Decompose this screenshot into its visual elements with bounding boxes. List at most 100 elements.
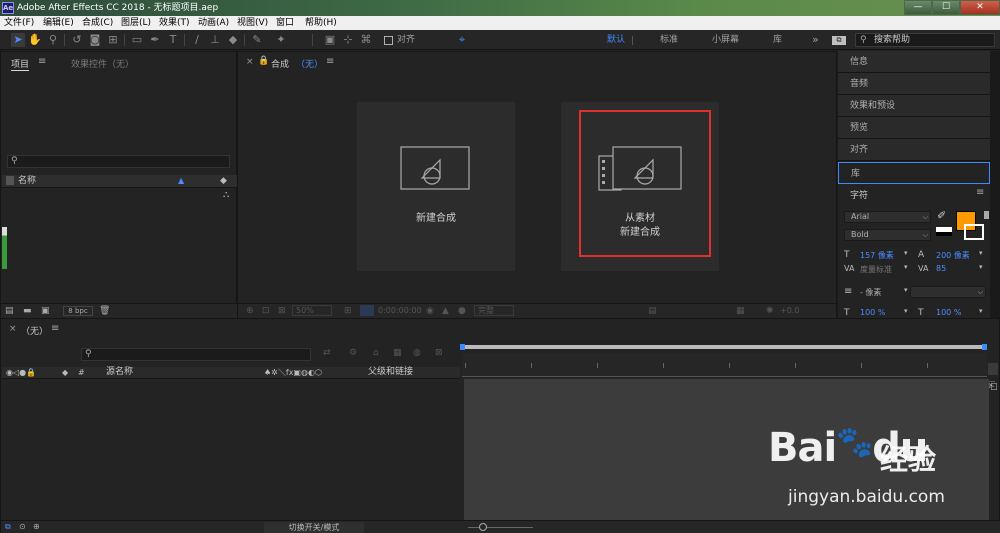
local-axis-icon[interactable]: ▣ — [323, 33, 337, 47]
stroke-width-value[interactable]: - 像素 — [860, 287, 881, 298]
menu-file[interactable]: 文件(F) — [4, 16, 34, 30]
exposure-icon[interactable]: ✺ — [766, 306, 774, 316]
black-white-swatch[interactable] — [936, 227, 952, 236]
panel-menu-icon[interactable]: ≡ — [976, 187, 984, 198]
panel-menu-icon[interactable]: ≡ — [326, 56, 334, 67]
tab-composition[interactable]: 合成 — [271, 57, 289, 70]
camera-tool-icon[interactable]: ◙ — [88, 33, 102, 47]
close-button[interactable]: ✕ — [960, 0, 1000, 15]
close-tab-icon[interactable]: × — [9, 324, 17, 334]
project-search-input[interactable]: ⚲ — [7, 155, 230, 168]
leading-value[interactable]: 200 像素 — [936, 250, 970, 261]
time-ruler[interactable] — [462, 353, 987, 377]
work-area-start[interactable] — [460, 344, 465, 350]
pan-behind-tool-icon[interactable]: ⊞ — [106, 33, 120, 47]
show-snapshot-icon[interactable]: ▲ — [442, 306, 449, 316]
workspace-small-screen[interactable]: 小屏幕 — [712, 33, 739, 47]
sort-ascending-icon[interactable]: ▲ — [178, 175, 184, 187]
puppet-tool-icon[interactable]: ✦ — [274, 33, 288, 47]
search-help-box[interactable]: ⚲ 搜索帮助 — [855, 33, 995, 47]
zoom-tool-icon[interactable]: ⚲ — [46, 33, 60, 47]
new-comp-from-footage-card[interactable]: 从素材 新建合成 — [561, 102, 719, 271]
workspace-more[interactable]: » — [812, 33, 819, 47]
timeline-search-input[interactable]: ⚲ — [81, 348, 311, 361]
new-composition-card[interactable]: 新建合成 — [357, 102, 515, 271]
timeline-scroll-up[interactable] — [988, 363, 998, 375]
timecode[interactable]: 0:00:00:00 — [378, 306, 422, 315]
menu-window[interactable]: 窗口 — [276, 16, 294, 30]
panel-library[interactable]: 库 — [838, 162, 990, 184]
renderer-icon[interactable]: ▦ — [736, 306, 745, 316]
font-family-dropdown[interactable]: Arial ⌵ — [844, 211, 931, 223]
tab-project[interactable]: 项目 — [11, 57, 30, 71]
rectangle-tool-icon[interactable]: ▭ — [130, 33, 144, 47]
panel-info[interactable]: 信息 — [838, 51, 990, 73]
view-layout-icon[interactable]: ▤ — [648, 306, 657, 316]
brush-tool-icon[interactable]: ∕ — [190, 33, 204, 47]
rotate-tool-icon[interactable]: ↺ — [70, 33, 84, 47]
type-tool-icon[interactable]: T — [166, 33, 180, 47]
transfer-controls-icon[interactable]: ⊙ — [19, 522, 26, 531]
graph-editor-icon[interactable]: ⊠ — [435, 348, 443, 358]
view-axis-icon[interactable]: ⌘ — [359, 33, 373, 47]
draft-3d-icon[interactable]: ⚙ — [349, 348, 357, 358]
panel-preview[interactable]: 预览 — [838, 117, 990, 139]
work-area-bar[interactable] — [462, 345, 987, 349]
eraser-tool-icon[interactable]: ◆ — [226, 33, 240, 47]
comp-button-icon[interactable]: ⎗ — [989, 381, 997, 392]
new-folder-icon[interactable]: ▬ — [23, 306, 32, 316]
flowchart-icon[interactable]: ⛬ — [223, 190, 229, 200]
chevron-down-icon[interactable]: ▾ — [979, 307, 983, 315]
chevron-down-icon[interactable]: ▾ — [904, 307, 908, 315]
grid-icon[interactable]: ⊞ — [344, 306, 352, 316]
kerning-value[interactable]: 度量标准 — [860, 264, 892, 275]
zoom-slider-handle[interactable] — [479, 523, 487, 531]
close-tab-icon[interactable]: × — [246, 57, 254, 67]
chevron-down-icon[interactable]: ▾ — [979, 263, 983, 271]
menu-view[interactable]: 视图(V) — [237, 16, 268, 30]
menu-composition[interactable]: 合成(C) — [82, 16, 113, 30]
safe-zones-icon[interactable]: ⊡ — [262, 306, 270, 316]
stroke-color-swatch[interactable] — [964, 224, 984, 240]
clone-stamp-tool-icon[interactable]: ⊥ — [208, 33, 222, 47]
world-axis-icon[interactable]: ⊹ — [341, 33, 355, 47]
delete-icon[interactable]: 🗑 — [99, 306, 110, 316]
comp-mini-flowchart-icon[interactable]: ⇄ — [323, 348, 331, 358]
exposure-value[interactable]: +0.0 — [780, 306, 799, 315]
font-size-value[interactable]: 157 像素 — [860, 250, 894, 261]
tab-effect-controls[interactable]: 效果控件（无） — [71, 57, 134, 70]
stroke-type-dropdown[interactable]: ⌵ — [910, 286, 986, 298]
right-scrollbar[interactable] — [990, 51, 1000, 318]
snapshot-icon[interactable]: ◉ — [426, 306, 434, 316]
minimize-button[interactable]: — — [904, 0, 932, 15]
workspace-standard[interactable]: 标准 — [660, 33, 678, 47]
toggle-switches-modes-button[interactable]: 切换开关/模式 — [264, 522, 364, 533]
mask-visibility-icon[interactable]: ⊠ — [278, 306, 286, 316]
magnification-icon[interactable]: ⊕ — [246, 306, 254, 316]
channel-icon[interactable]: ● — [458, 306, 466, 316]
new-composition-icon[interactable]: ▣ — [41, 306, 50, 316]
work-area-end[interactable] — [982, 344, 987, 350]
motion-blur-icon[interactable]: ◍ — [413, 348, 421, 358]
menu-help[interactable]: 帮助(H) — [305, 16, 337, 30]
column-parent-link[interactable]: 父级和链接 — [368, 367, 413, 378]
snap-options-icon[interactable]: ⌖ — [455, 33, 469, 47]
eyedropper-icon[interactable]: ✐ — [937, 209, 946, 222]
menu-animation[interactable]: 动画(A) — [198, 16, 229, 30]
sync-settings-icon[interactable]: ⧉ — [832, 36, 846, 45]
chevron-down-icon[interactable]: ▾ — [904, 249, 908, 257]
horizontal-scale-value[interactable]: 100 % — [936, 308, 961, 317]
chevron-down-icon[interactable]: ▾ — [979, 249, 983, 257]
vertical-scale-value[interactable]: 100 % — [860, 308, 885, 317]
interpret-footage-icon[interactable]: ▤ — [5, 306, 14, 316]
selection-tool-icon[interactable]: ➤ — [11, 33, 25, 47]
column-name[interactable]: 名称 — [18, 175, 36, 187]
shy-icon[interactable]: ⌂ — [373, 348, 379, 358]
hand-tool-icon[interactable]: ✋ — [28, 33, 42, 47]
tab-timeline[interactable]: （无） — [21, 324, 48, 337]
tab-composition-value[interactable]: （无） — [296, 57, 323, 70]
in-out-icon[interactable]: ⊕ — [33, 522, 40, 531]
menu-edit[interactable]: 编辑(E) — [43, 16, 74, 30]
zoom-dropdown[interactable]: 50% — [292, 305, 332, 316]
frame-blending-icon[interactable]: ▦ — [393, 348, 402, 358]
